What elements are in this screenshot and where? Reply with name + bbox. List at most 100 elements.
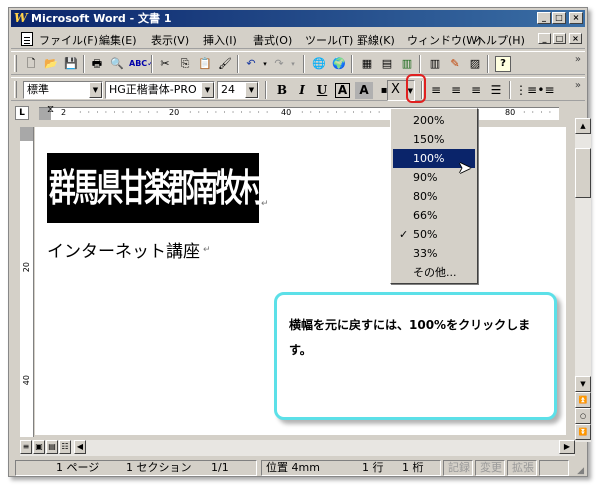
paragraph-mark-icon: ↵ (261, 199, 269, 209)
open-folder-icon[interactable]: 📂 (43, 56, 59, 72)
paste-icon[interactable]: 📋 (197, 56, 213, 72)
format-painter-icon[interactable]: 🖌 (217, 56, 233, 72)
redo-dropdown-icon[interactable]: ▾ (285, 56, 301, 72)
document-control-icon[interactable] (21, 32, 33, 46)
save-icon[interactable]: 💾 (63, 56, 79, 72)
char-shading-button[interactable]: A (355, 82, 373, 99)
underline-button[interactable]: U (313, 82, 331, 99)
title-bar: W Microsoft Word - 文書 1 _ □ × (11, 10, 585, 27)
status-ext[interactable]: 拡張 (507, 460, 537, 476)
standard-toolbar: 🗋 📂 💾 🖶 🔍 ABC✓ ✂ ⎘ 📋 🖌 ↶ ▾ ↷ ▾ 🌐 🌍 ▦ ▤ ▥… (11, 51, 585, 75)
word-app-icon[interactable]: W (14, 11, 28, 25)
chevron-down-icon[interactable]: ▼ (89, 82, 102, 98)
select-browse-object-icon[interactable]: ○ (575, 408, 591, 424)
normal-view-icon[interactable]: ≡ (20, 440, 32, 454)
drawing-icon[interactable]: ✎ (447, 56, 463, 72)
next-page-icon[interactable]: ⏬ (575, 424, 591, 440)
scale-option-checked[interactable]: ✓ 50% (393, 225, 475, 244)
document-body-text: インターネット講座 (47, 242, 200, 262)
char-border-button[interactable]: A (335, 83, 350, 98)
font-size-combo[interactable]: 24 ▼ (217, 81, 259, 99)
indent-marker-icon[interactable]: ⧖ (47, 104, 54, 115)
menu-format[interactable]: 書式(O) (253, 32, 292, 48)
tables-borders-icon[interactable]: ▦ (359, 56, 375, 72)
menu-bar: ファイル(F) 編集(E) 表示(V) 挿入(I) 書式(O) ツール(T) 罫… (11, 29, 585, 49)
close-button[interactable]: × (569, 12, 583, 24)
scale-option[interactable]: 33% (393, 244, 475, 263)
font-value: HG正楷書体-PRO (109, 83, 197, 96)
scale-option[interactable]: 66% (393, 206, 475, 225)
distribute-icon[interactable]: ☰ (487, 82, 505, 99)
bullets-icon[interactable]: •≡ (537, 82, 555, 99)
help-icon[interactable]: ? (495, 56, 511, 72)
status-section: 1 セクション (126, 461, 192, 474)
status-page: 1 ページ (56, 461, 100, 474)
doc-restore-button[interactable]: □ (553, 33, 566, 44)
resize-grip-icon[interactable]: ◢ (577, 466, 584, 476)
previous-page-icon[interactable]: ⏫ (575, 392, 591, 408)
spelling-icon[interactable]: ABC✓ (129, 56, 154, 72)
italic-button[interactable]: I (293, 82, 311, 99)
cut-icon[interactable]: ✂ (157, 56, 173, 72)
new-document-icon[interactable]: 🗋 (23, 56, 39, 72)
vertical-ruler[interactable]: 20 40 (20, 127, 34, 437)
toolbar-grip[interactable] (14, 81, 17, 98)
status-column: 1 桁 (402, 461, 424, 474)
bold-button[interactable]: B (273, 82, 291, 99)
scroll-right-icon[interactable]: ▶ (559, 440, 575, 454)
columns-icon[interactable]: ▥ (427, 56, 443, 72)
align-justify-icon[interactable]: ≡ (427, 82, 445, 99)
print-preview-icon[interactable]: 🔍 (109, 56, 125, 72)
maximize-button[interactable]: □ (552, 12, 566, 24)
chevron-down-icon[interactable]: ▼ (201, 82, 214, 98)
menu-insert[interactable]: 挿入(I) (203, 32, 237, 48)
numbering-icon[interactable]: ⋮≡ (515, 82, 537, 99)
heading-text: 群馬県甘楽郡南牧村 (49, 165, 259, 210)
font-combo[interactable]: HG正楷書体-PRO ▼ (105, 81, 215, 99)
web-toolbar-icon[interactable]: 🌍 (331, 56, 347, 72)
scale-option-more[interactable]: その他... (393, 263, 475, 282)
document-map-icon[interactable]: ▨ (467, 56, 483, 72)
print-icon[interactable]: 🖶 (89, 56, 105, 72)
style-combo[interactable]: 標準 ▼ (23, 81, 103, 99)
scroll-down-icon[interactable]: ▼ (575, 376, 591, 392)
doc-close-button[interactable]: × (569, 33, 582, 44)
word-window: W Microsoft Word - 文書 1 _ □ × ファイル(F) 編集… (8, 7, 591, 477)
scroll-up-icon[interactable]: ▲ (575, 118, 591, 134)
menu-tools[interactable]: ツール(T) (305, 32, 353, 48)
minimize-button[interactable]: _ (537, 12, 551, 24)
chevron-down-icon[interactable]: ▼ (245, 82, 258, 98)
copy-icon[interactable]: ⎘ (177, 56, 193, 72)
menu-window[interactable]: ウィンドウ(W) (407, 32, 481, 48)
formatting-toolbar: 標準 ▼ HG正楷書体-PRO ▼ 24 ▼ B I U A A ▪ X ▼ ≡… (11, 74, 585, 103)
horizontal-scrollbar[interactable]: ≡ ▣ ▤ ☷ ◀ ▶ (20, 440, 575, 456)
horizontal-ruler[interactable]: ⧖ 2 20 40 60 80 ·········· ·········· ··… (39, 104, 559, 120)
more-buttons-icon[interactable]: » (575, 54, 581, 65)
menu-file[interactable]: ファイル(F) (39, 32, 98, 48)
scale-option[interactable]: 200% (393, 111, 475, 130)
align-center-icon[interactable]: ≡ (447, 82, 465, 99)
insert-table-icon[interactable]: ▤ (379, 56, 395, 72)
menu-view[interactable]: 表示(V) (151, 32, 189, 48)
insert-excel-icon[interactable]: ▥ (399, 56, 415, 72)
status-trk[interactable]: 変更 (475, 460, 505, 476)
hyperlink-icon[interactable]: 🌐 (311, 56, 327, 72)
status-page-of: 1/1 (211, 461, 229, 474)
scroll-left-icon[interactable]: ◀ (74, 440, 86, 454)
more-buttons-icon[interactable]: » (575, 80, 581, 91)
menu-edit[interactable]: 編集(E) (99, 32, 137, 48)
align-right-icon[interactable]: ≡ (467, 82, 485, 99)
status-rec[interactable]: 記録 (443, 460, 473, 476)
scale-option[interactable]: 150% (393, 130, 475, 149)
toolbar-grip[interactable] (14, 55, 17, 72)
scroll-thumb[interactable] (575, 148, 591, 198)
web-view-icon[interactable]: ▣ (33, 440, 45, 454)
print-layout-view-icon[interactable]: ▤ (46, 440, 58, 454)
scale-option[interactable]: 80% (393, 187, 475, 206)
menu-table[interactable]: 罫線(K) (357, 32, 395, 48)
menu-help[interactable]: ヘルプ(H) (475, 32, 525, 48)
tab-selector[interactable]: L (15, 106, 29, 120)
doc-minimize-button[interactable]: _ (538, 33, 551, 44)
vertical-scrollbar[interactable]: ▲ ▼ ⏫ ○ ⏬ (575, 118, 591, 442)
outline-view-icon[interactable]: ☷ (59, 440, 71, 454)
